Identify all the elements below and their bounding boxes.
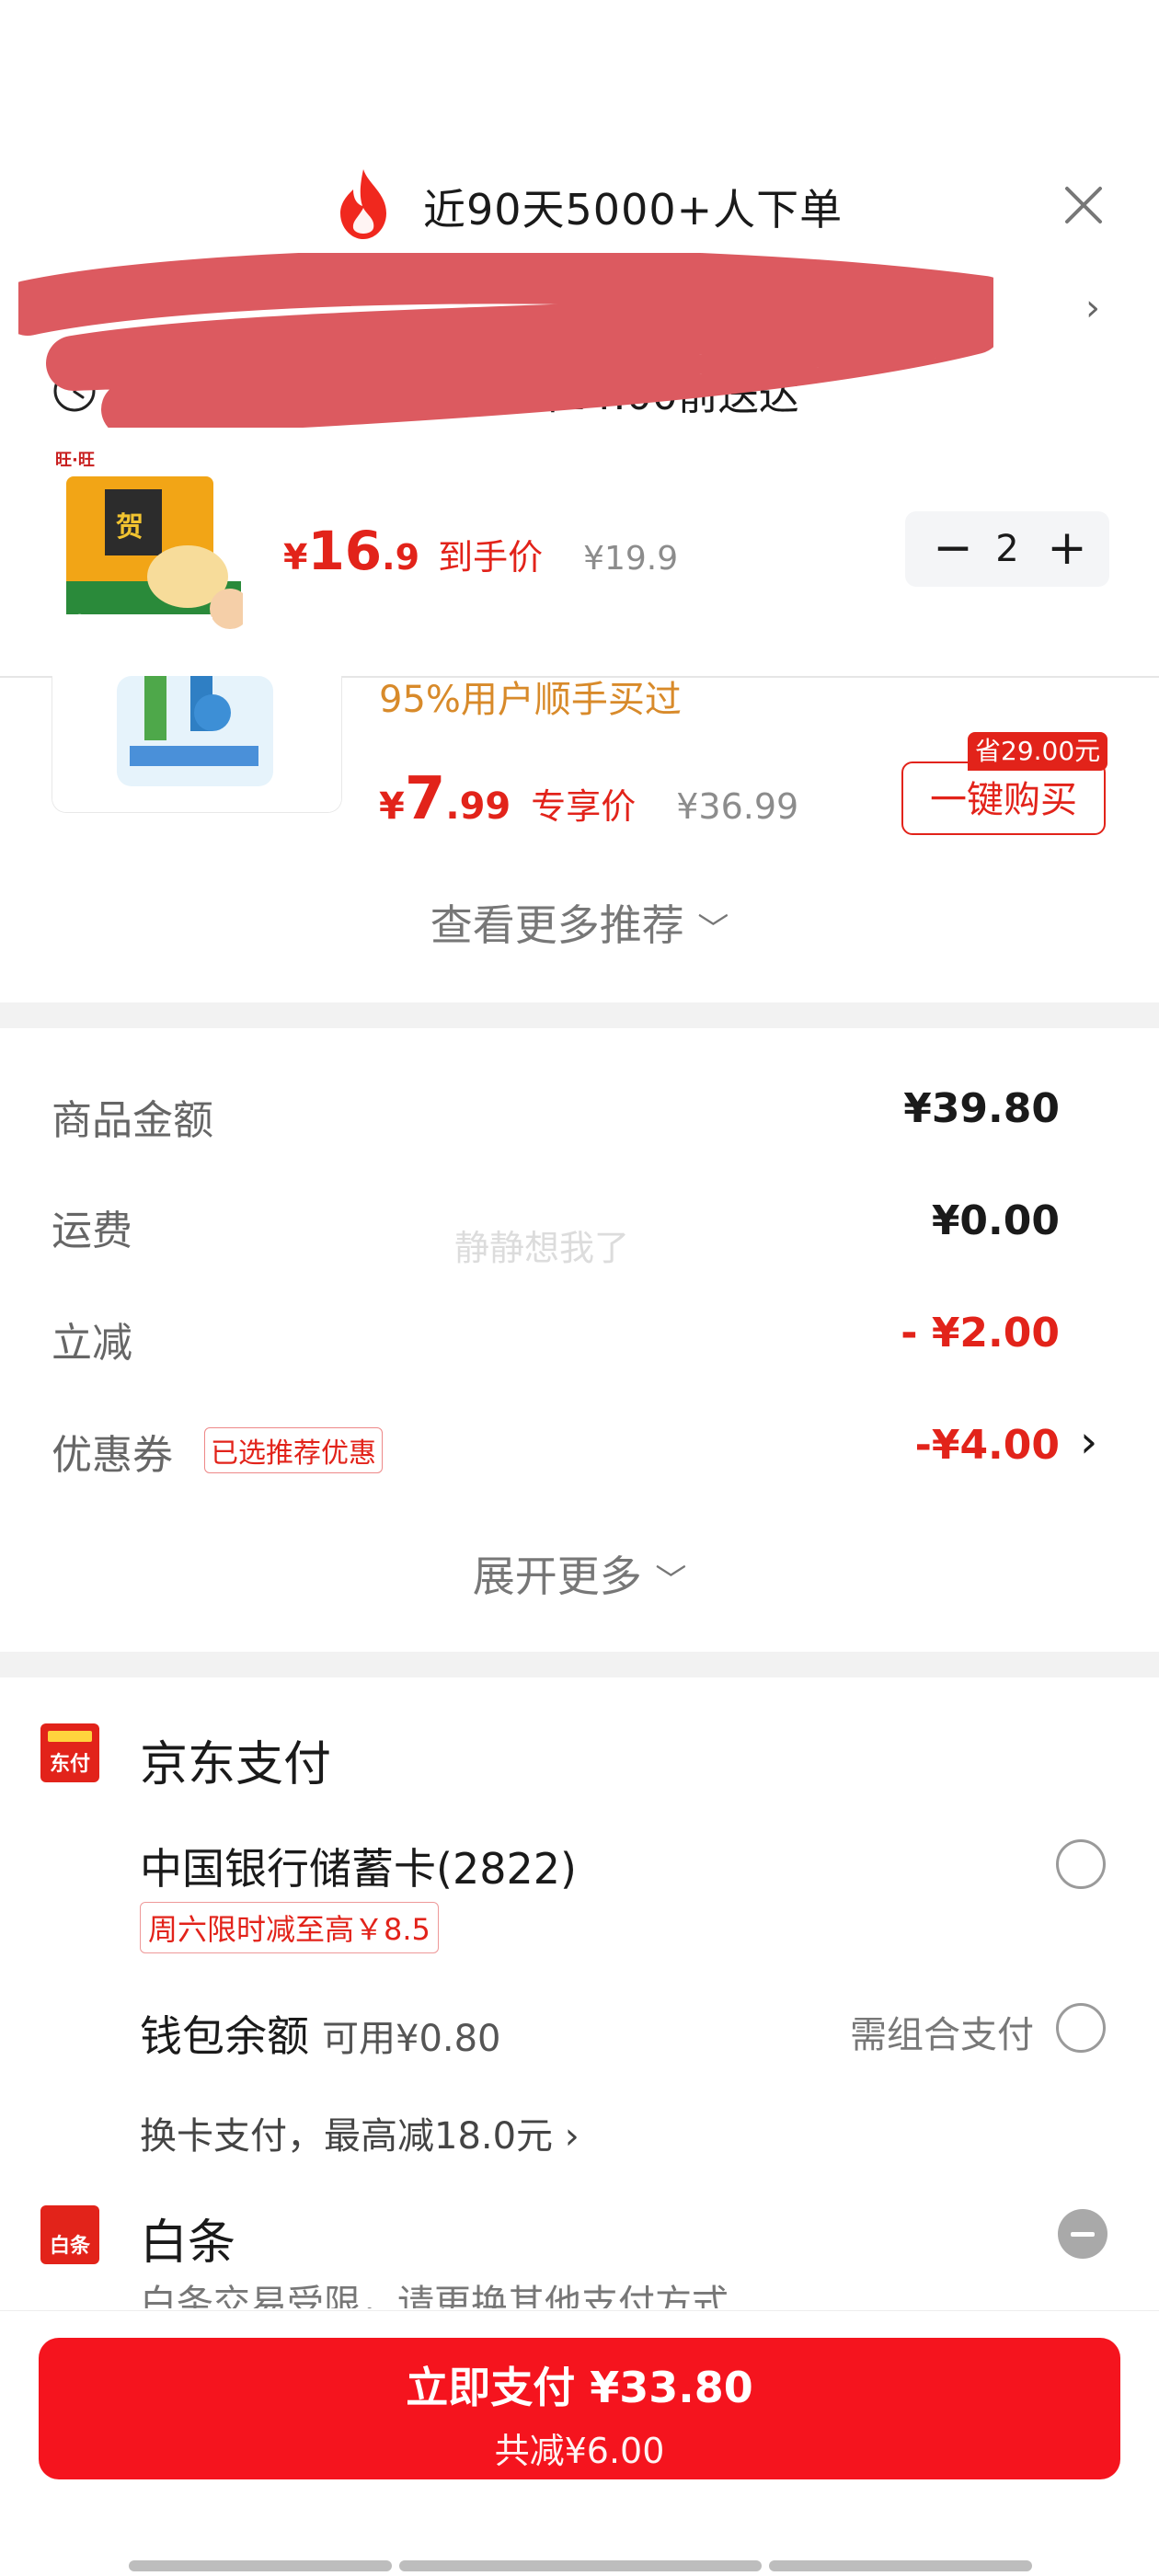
- recommendation-subtitle: 95%用户顺手买过: [379, 679, 682, 721]
- chevron-right-icon: ›: [564, 2115, 580, 2158]
- summary-label-coupon[interactable]: 优惠券: [52, 1422, 173, 1481]
- close-icon[interactable]: [1058, 179, 1109, 231]
- wallet-balance-row[interactable]: 钱包余额 可用¥0.80: [140, 2003, 501, 2064]
- pay-now-button[interactable]: 立即支付 ¥33.80 共减¥6.00: [39, 2338, 1120, 2479]
- thumb-price: 19: [61, 611, 86, 633]
- jd-pay-title: 京东支付: [140, 1737, 332, 1792]
- summary-value-coupon[interactable]: -¥4.00: [915, 1422, 1060, 1469]
- chevron-right-icon[interactable]: ›: [1085, 287, 1100, 329]
- fire-icon: [340, 169, 386, 239]
- switch-card-link[interactable]: 换卡支付，最高减18.0元 ›: [140, 2106, 580, 2159]
- summary-value-shipping: ¥0.00: [931, 1197, 1060, 1244]
- home-indicator: [769, 2560, 1032, 2571]
- one-click-buy-button[interactable]: 一键购买: [901, 761, 1106, 835]
- thumb-brand: 旺·旺: [55, 451, 95, 470]
- bank-card-radio[interactable]: [1056, 1839, 1106, 1889]
- wallet-radio[interactable]: [1056, 2003, 1106, 2053]
- chevron-down-icon: ﹀: [697, 911, 729, 948]
- summary-label-shipping: 运费: [52, 1208, 132, 1254]
- bank-promo-tag: 周六限时减至高￥8.5: [140, 1902, 439, 1953]
- increase-button[interactable]: +: [1041, 521, 1093, 576]
- popularity-title: 近90天5000+人下单: [423, 185, 843, 235]
- decrease-button[interactable]: −: [927, 521, 979, 576]
- baitiao-title: 白条: [140, 2215, 236, 2271]
- total-saving: 共减¥6.00: [494, 2431, 665, 2471]
- more-recommendations-link[interactable]: 查看更多推荐 ﹀: [0, 892, 1159, 953]
- exclusive-price-tag: 专享价: [531, 786, 637, 827]
- original-price: ¥19.9: [583, 540, 679, 578]
- chevron-right-icon[interactable]: ›: [1080, 1416, 1097, 1468]
- disabled-minus-icon: [1058, 2209, 1107, 2259]
- thumb-word: 贺: [116, 511, 143, 544]
- bank-card-label[interactable]: 中国银行储蓄卡(2822): [140, 1836, 577, 1896]
- summary-value-goods: ¥39.80: [903, 1085, 1060, 1132]
- summary-label-goods: 商品金额: [52, 1097, 213, 1144]
- redaction-scribble: [18, 253, 993, 428]
- product-image[interactable]: [50, 443, 243, 636]
- chevron-down-icon: ﹀: [655, 1563, 687, 1599]
- baitiao-restriction-note: 白条交易受限，请更换其他支付方式: [140, 2283, 729, 2308]
- watermark-text: 静静想我了: [454, 1228, 630, 1268]
- home-indicator: [399, 2560, 762, 2571]
- jd-pay-icon: 东付: [40, 1723, 99, 1782]
- section-gap: [0, 1652, 1159, 1677]
- price-tag: 到手价: [438, 537, 544, 578]
- summary-label-discount: 立减: [52, 1320, 132, 1367]
- quantity-stepper: − 2 +: [905, 511, 1109, 587]
- recommendation-original-price: ¥36.99: [676, 786, 799, 827]
- combo-pay-hint: 需组合支付: [850, 2014, 1034, 2056]
- recommendation-image[interactable]: [52, 676, 342, 813]
- quantity-value[interactable]: 2: [986, 522, 1028, 576]
- home-indicator: [129, 2560, 392, 2571]
- expand-more-link[interactable]: 展开更多 ﹀: [0, 1543, 1159, 1604]
- summary-value-discount: - ¥2.00: [901, 1310, 1060, 1357]
- pay-now-label: 立即支付 ¥33.80: [406, 2363, 753, 2412]
- save-badge: 省29.00元: [968, 732, 1108, 771]
- section-gap: [0, 1002, 1159, 1028]
- thumb-series: 旺旺经典米果系列: [110, 617, 213, 632]
- product-price: ¥16.9 到手价 ¥19.9: [283, 520, 679, 582]
- wallet-available: 可用¥0.80: [322, 2018, 501, 2060]
- recommendation-price: ¥7.99 专享价 ¥36.99: [379, 765, 799, 833]
- baitiao-icon: 白条: [40, 2205, 99, 2264]
- coupon-tag: 已选推荐优惠: [204, 1427, 383, 1473]
